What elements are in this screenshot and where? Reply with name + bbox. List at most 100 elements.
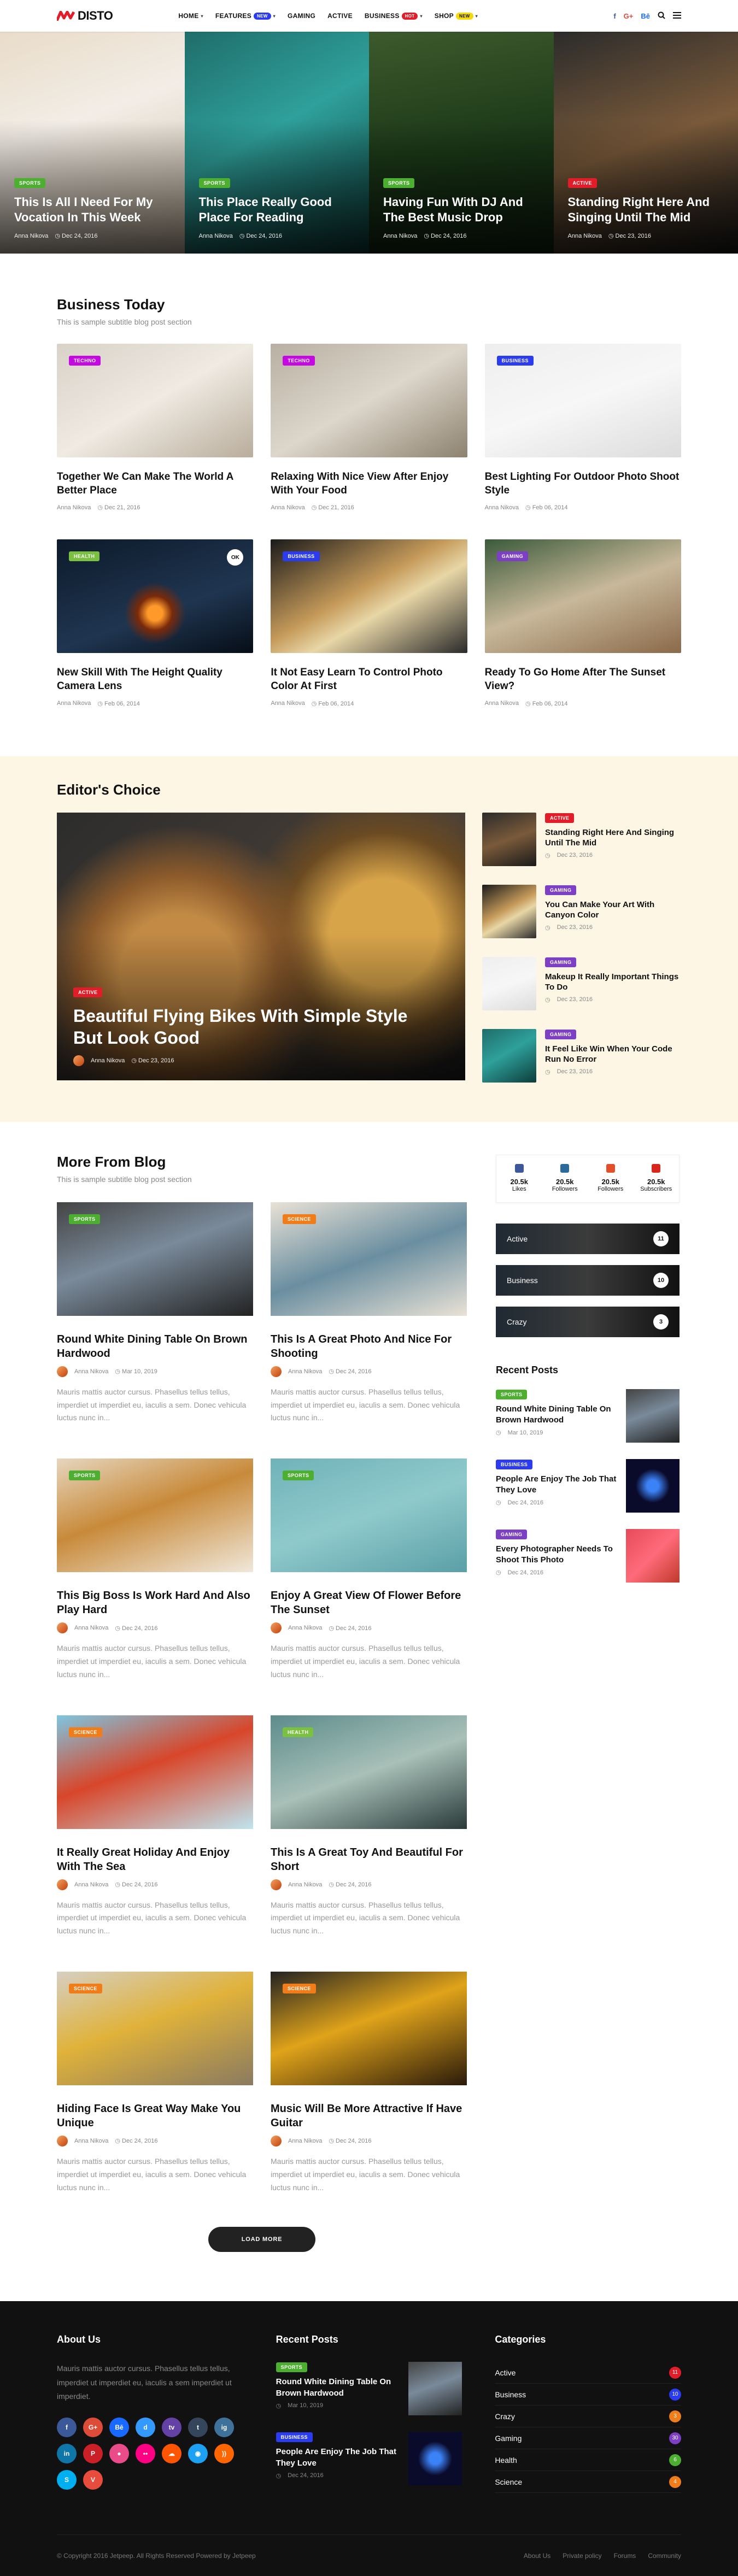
soundcloud-icon[interactable]: ☁ [162,2444,181,2463]
category-badge[interactable]: SCIENCE [283,1984,316,1993]
post-title[interactable]: People Are Enjoy The Job That They Love [496,1474,617,1496]
post-title[interactable]: Together We Can Make The World A Better … [57,470,253,497]
hero-post[interactable]: SPORTS Having Fun With DJ And The Best Mu… [369,32,554,254]
category-badge[interactable]: GAMING [545,885,576,895]
category-badge[interactable]: GAMING [545,957,576,967]
post-author[interactable]: Anna Nikova [271,700,304,707]
post-title[interactable]: Standing Right Here And Singing Until Th… [568,195,727,225]
blog-post[interactable]: SCIENCEThis Is A Great Photo And Nice Fo… [271,1202,467,1425]
sidebar-category-active[interactable]: Active11 [496,1224,680,1254]
facebook-icon[interactable]: f [613,12,616,20]
delicious-icon[interactable]: d [136,2418,155,2437]
post-author[interactable]: Anna Nikova [199,233,233,239]
category-badge[interactable]: GAMING [496,1530,527,1539]
twitch-icon[interactable]: tv [162,2418,181,2437]
category-badge[interactable]: HEALTH [69,551,99,561]
hero-post[interactable]: SPORTSThis Is All I Need For My Vocation… [0,32,185,254]
post-author[interactable]: Anna Nikova [485,700,519,707]
linkedin-icon[interactable]: in [57,2444,77,2463]
post-title[interactable]: It Really Great Holiday And Enjoy With T… [57,1845,253,1874]
business-post[interactable]: BUSINESS Best Lighting For Outdoor Photo … [485,344,681,511]
category-badge[interactable]: SCIENCE [69,1727,102,1737]
nav-item-shop[interactable]: SHOPNEW▾ [435,12,478,20]
post-title[interactable]: Every Photographer Needs To Shoot This P… [496,1544,617,1566]
category-badge[interactable]: BUSINESS [276,2432,313,2442]
hero-post[interactable]: ACTIVE Standing Right Here And Singing Un… [554,32,738,254]
vine-icon[interactable]: V [83,2470,103,2490]
post-title[interactable]: Best Lighting For Outdoor Photo Shoot St… [485,470,681,497]
nav-item-gaming[interactable]: GAMING [288,12,315,20]
social-counter-item[interactable]: 20.5kFollowers [542,1155,588,1202]
editors-main-post[interactable]: ACTIVE Beautiful Flying Bikes With Simpl… [57,813,465,1080]
post-title[interactable]: This Big Boss Is Work Hard And Also Play… [57,1589,253,1617]
business-post[interactable]: GAMING Ready To Go Home After The Sunset … [485,539,681,707]
post-title[interactable]: Enjoy A Great View Of Flower Before The … [271,1589,467,1617]
category-badge[interactable]: HEALTH [283,1727,313,1737]
nav-item-active[interactable]: ACTIVE [327,12,353,20]
footer-category-active[interactable]: Active11 [495,2362,681,2384]
sidebar-category-crazy[interactable]: Crazy3 [496,1307,680,1337]
post-title[interactable]: Having Fun With DJ And The Best Music Dr… [383,195,542,225]
behance-icon[interactable]: Bē [641,12,650,20]
post-author[interactable]: Anna Nikova [288,1881,322,1888]
post-author[interactable]: Anna Nikova [485,504,519,511]
category-badge[interactable]: SPORTS [383,178,414,188]
category-badge[interactable]: SPORTS [496,1390,527,1399]
instagram-icon[interactable]: ig [214,2418,234,2437]
post-title[interactable]: Relaxing With Nice View After Enjoy With… [271,470,467,497]
category-badge[interactable]: SPORTS [276,2362,307,2372]
menu-icon[interactable] [673,12,681,20]
post-title[interactable]: It Not Easy Learn To Control Photo Color… [271,666,467,693]
social-counter-item[interactable]: 20.5kSubscribers [634,1155,680,1202]
post-author[interactable]: Anna Nikova [74,1881,108,1888]
post-author[interactable]: Anna Nikova [383,233,417,239]
category-badge[interactable]: SPORTS [69,1214,100,1224]
business-post[interactable]: HEALTHOKNew Skill With The Height Qualit… [57,539,253,707]
post-title[interactable]: New Skill With The Height Quality Camera… [57,666,253,693]
post-author[interactable]: Anna Nikova [568,233,602,239]
blog-post[interactable]: SCIENCE It Really Great Holiday And Enjoy… [57,1715,253,1938]
nav-item-home[interactable]: HOME▾ [178,12,203,20]
site-logo[interactable]: DISTO [57,9,113,23]
category-badge[interactable]: GAMING [497,551,528,561]
editors-list-item[interactable]: ACTIVEStanding Right Here And Singing Un… [482,813,681,866]
blog-post[interactable]: HEALTHThis Is A Great Toy And Beautiful … [271,1715,467,1938]
snapchat-icon[interactable]: ◉ [188,2444,208,2463]
post-title[interactable]: This Is All I Need For My Vocation In Th… [14,195,173,225]
behance-icon[interactable]: Bē [109,2418,129,2437]
business-post[interactable]: BUSINESSIt Not Easy Learn To Control Pho… [271,539,467,707]
post-title[interactable]: Standing Right Here And Singing Until Th… [545,827,681,849]
nav-item-business[interactable]: BUSINESSHOT▾ [365,12,423,20]
footer-category-crazy[interactable]: Crazy3 [495,2406,681,2427]
post-title[interactable]: Music Will Be More Attractive If Have Gu… [271,2102,467,2130]
footer-category-business[interactable]: Business10 [495,2384,681,2406]
flickr-icon[interactable]: •• [136,2444,155,2463]
blog-post[interactable]: SPORTSThis Big Boss Is Work Hard And Als… [57,1458,253,1681]
recent-post[interactable]: SPORTSRound White Dining Table On Brown … [496,1389,680,1443]
post-author[interactable]: Anna Nikova [288,2138,322,2144]
recent-post[interactable]: GAMING Every Photographer Needs To Shoot … [496,1529,680,1583]
post-title[interactable]: Ready To Go Home After The Sunset View? [485,666,681,693]
footer-category-gaming[interactable]: Gaming30 [495,2427,681,2449]
blog-post[interactable]: SPORTS Enjoy A Great View Of Flower Befor… [271,1458,467,1681]
post-title[interactable]: This Place Really Good Place For Reading [199,195,358,225]
load-more-button[interactable]: LOAD MORE [208,2227,315,2252]
category-badge[interactable]: SPORTS [283,1471,314,1480]
blog-post[interactable]: SCIENCE Music Will Be More Attractive If … [271,1972,467,2194]
hero-post[interactable]: SPORTSThis Place Really Good Place For R… [185,32,370,254]
category-badge[interactable]: SCIENCE [283,1214,316,1224]
rss-icon[interactable]: )) [214,2444,234,2463]
post-author[interactable]: Anna Nikova [91,1057,125,1064]
facebook-icon[interactable]: f [57,2418,77,2437]
category-badge[interactable]: BUSINESS [496,1460,532,1469]
category-badge[interactable]: BUSINESS [497,356,534,366]
post-author[interactable]: Anna Nikova [57,700,91,707]
blog-post[interactable]: SCIENCEHiding Face Is Great Way Make You… [57,1972,253,2194]
category-badge[interactable]: TECHNO [283,356,314,366]
google-plus-icon[interactable]: G+ [624,12,634,20]
blog-post[interactable]: SPORTSRound White Dining Table On Brown … [57,1202,253,1425]
footer-category-health[interactable]: Health6 [495,2449,681,2471]
category-badge[interactable]: ACTIVE [73,987,102,997]
post-author[interactable]: Anna Nikova [288,1368,322,1375]
category-badge[interactable]: ACTIVE [568,178,597,188]
